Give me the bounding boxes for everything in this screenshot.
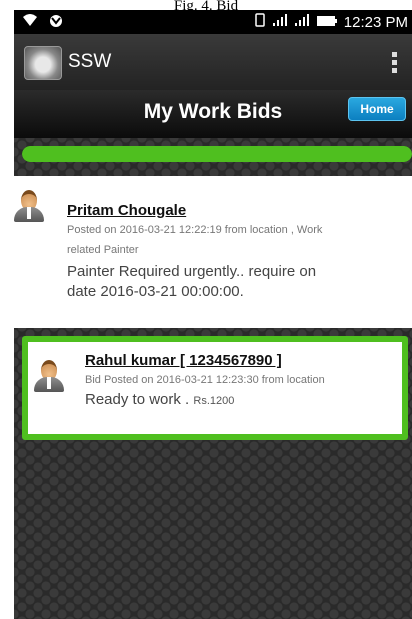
progress-bar [22,146,412,162]
bid-card[interactable]: Rahul kumar [ 1234567890 ] Bid Posted on… [22,336,408,440]
signal-icon [272,13,288,31]
bid-description: Ready to work . Rs.1200 [85,390,234,411]
bid-meta: Bid Posted on 2016-03-21 12:23:30 from l… [85,374,325,386]
work-post-card[interactable]: Pritam Chougale Posted on 2016-03-21 12:… [14,176,412,328]
app-logo-icon[interactable] [24,46,62,80]
post-description-line2: date 2016-03-21 00:00:00. [67,283,244,300]
battery-icon [316,14,338,31]
bidder-avatar-icon [34,360,64,392]
page-header: My Work Bids Home [14,90,412,138]
post-description-line1: Painter Required urgently.. require on [67,263,317,280]
progress-fill [22,146,412,162]
bid-amount: Rs.1200 [193,395,235,407]
bid-message: Ready to work . [85,391,190,408]
poster-name[interactable]: Pritam Chougale [67,202,186,219]
home-button[interactable]: Home [348,97,406,121]
notification-icon [48,13,64,31]
phone-screen: 12:23 PM SSW My Work Bids Home Pritam Ch… [14,10,412,619]
vibrate-icon [254,13,266,31]
action-bar: SSW [14,34,412,91]
wifi-icon [22,13,38,31]
status-bar: 12:23 PM [14,10,412,34]
user-avatar-icon [14,190,44,222]
signal-icon [294,13,310,31]
overflow-menu-icon[interactable] [392,52,398,73]
post-meta-line1: Posted on 2016-03-21 12:22:19 from locat… [67,224,323,236]
content-area[interactable]: Pritam Chougale Posted on 2016-03-21 12:… [14,138,412,619]
post-meta-line2: related Painter [67,244,139,256]
bidder-name[interactable]: Rahul kumar [ 1234567890 ] [85,352,282,369]
app-name: SSW [68,51,112,72]
status-time: 12:23 PM [343,13,408,31]
